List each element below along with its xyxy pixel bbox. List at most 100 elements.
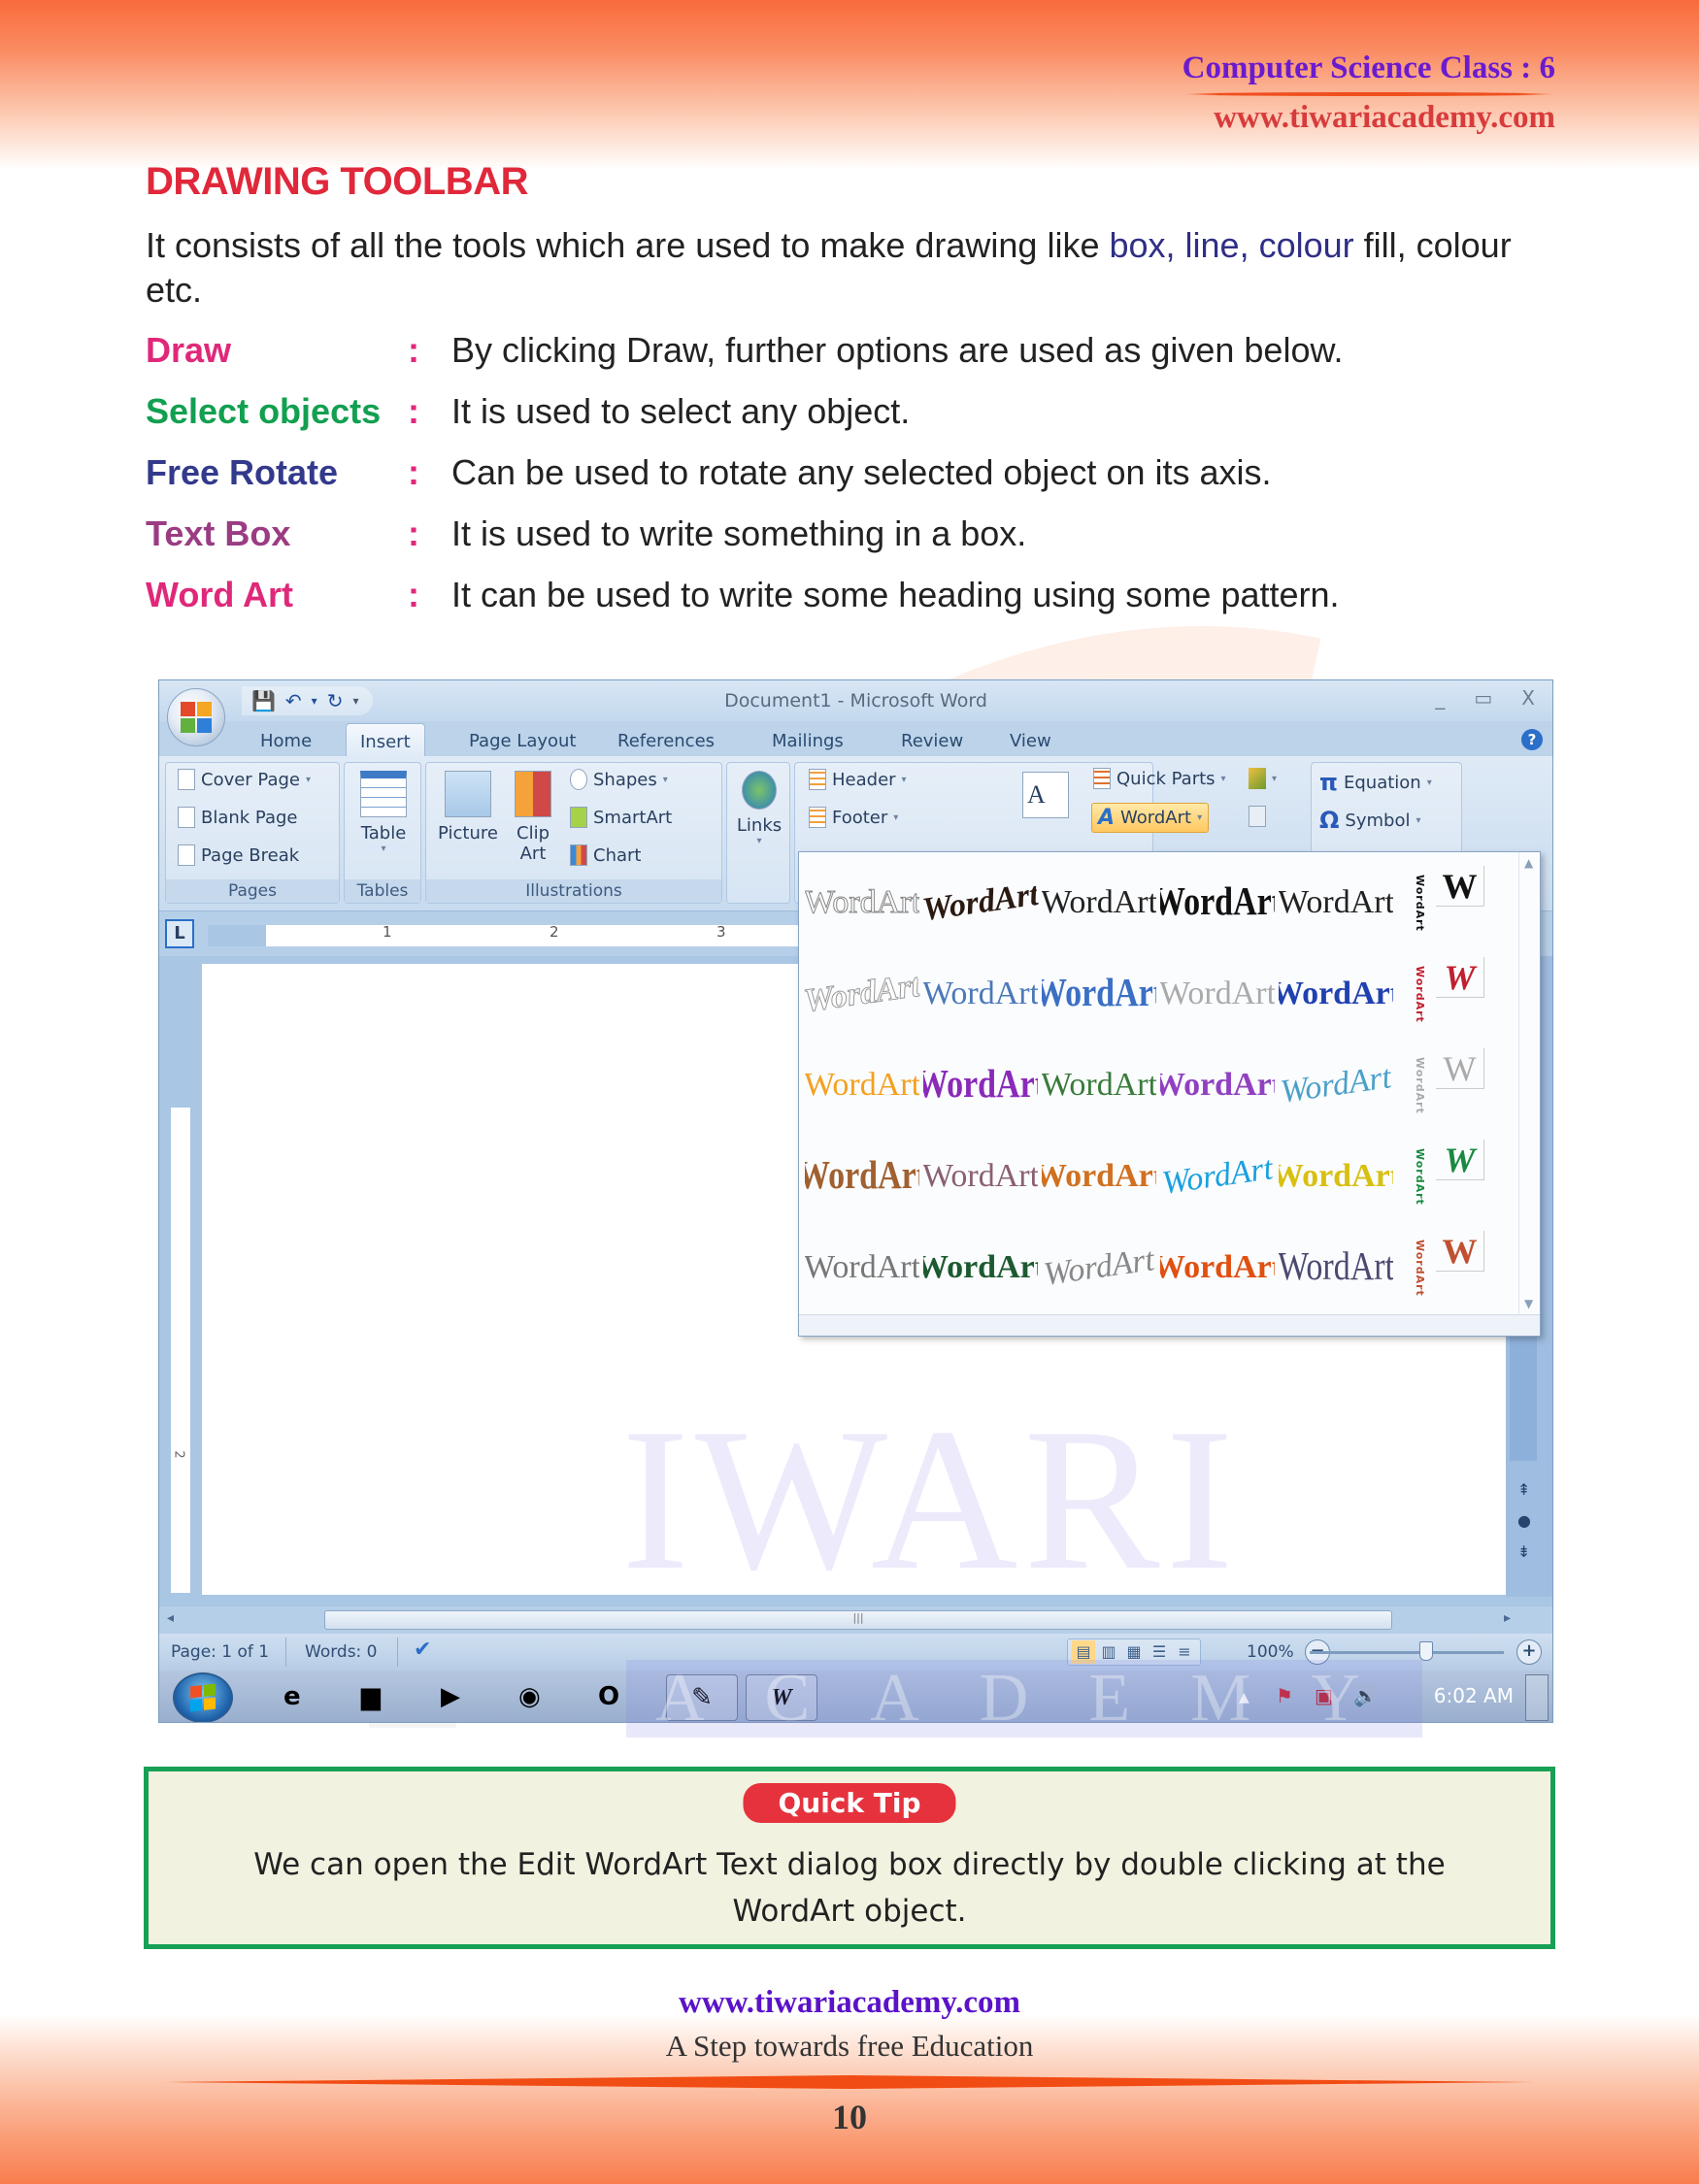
wordart-w-option[interactable]: W — [1436, 1048, 1484, 1089]
wordart-w-option[interactable]: W — [1436, 957, 1484, 998]
tab-selector-button[interactable]: L — [165, 919, 194, 948]
wordart-w-option[interactable]: W — [1436, 1140, 1484, 1180]
minimize-button[interactable]: _ — [1435, 686, 1445, 710]
tab-review[interactable]: Review — [887, 727, 977, 755]
word-count-status[interactable]: Words: 0 — [305, 1642, 378, 1662]
footer-button[interactable]: Footer ▾ — [809, 807, 898, 828]
wordart-style-option[interactable]: WordArt — [923, 1227, 1038, 1308]
links-button[interactable]: Links ▾ — [735, 771, 783, 846]
wordart-style-option[interactable]: WordArt — [1279, 1219, 1393, 1317]
wordart-style-option[interactable]: WordArt — [1160, 854, 1275, 952]
office-button[interactable] — [167, 688, 225, 746]
taskbar-app-word[interactable]: W — [746, 1674, 817, 1721]
show-desktop-button[interactable] — [1525, 1674, 1549, 1721]
tab-home[interactable]: Home — [247, 727, 325, 755]
proofing-check-icon[interactable]: ✔ — [414, 1638, 431, 1662]
web-layout-icon[interactable]: ▦ — [1122, 1640, 1146, 1664]
wordart-style-option[interactable]: WordArt — [1160, 1044, 1275, 1126]
tab-view[interactable]: View — [996, 727, 1065, 755]
tab-references[interactable]: References — [604, 727, 728, 755]
tab-insert[interactable]: Insert — [346, 723, 425, 758]
scroll-left-icon[interactable]: ◂ — [167, 1610, 174, 1626]
action-center-flag-icon[interactable]: ⚑ — [1276, 1684, 1293, 1707]
wordart-style-option[interactable]: WordArt — [805, 862, 919, 943]
wordart-style-option[interactable]: WordArt — [1279, 1136, 1393, 1217]
previous-page-icon[interactable]: ⇞ — [1517, 1480, 1530, 1499]
taskbar-clock[interactable]: 6:02 AM — [1434, 1684, 1514, 1707]
draft-view-icon[interactable]: ≡ — [1173, 1640, 1196, 1664]
wordart-style-option[interactable]: WordArt — [923, 953, 1038, 1035]
media-player-icon[interactable]: ▶ — [441, 1682, 460, 1711]
full-screen-reading-icon[interactable]: ▥ — [1097, 1640, 1120, 1664]
wordart-w-option[interactable]: W — [1436, 866, 1484, 907]
picture-button[interactable]: Picture — [434, 771, 502, 844]
help-icon[interactable]: ? — [1521, 729, 1543, 750]
scroll-right-icon[interactable]: ▸ — [1504, 1610, 1511, 1626]
tab-page-layout[interactable]: Page Layout — [455, 727, 590, 755]
wordart-style-option[interactable]: WordArt — [918, 854, 1044, 951]
next-page-icon[interactable]: ⇟ — [1517, 1542, 1530, 1561]
file-explorer-icon[interactable]: ▆ — [361, 1682, 381, 1711]
chart-button[interactable]: Chart — [570, 844, 641, 866]
page-count-status[interactable]: Page: 1 of 1 — [171, 1642, 269, 1662]
shapes-button[interactable]: Shapes ▾ — [570, 769, 668, 790]
wordart-style-option[interactable]: WordArt — [923, 1037, 1038, 1135]
blank-page-button[interactable]: Blank Page — [178, 807, 298, 828]
page-break-button[interactable]: Page Break — [178, 844, 299, 866]
equation-button[interactable]: π Equation ▾ — [1319, 769, 1432, 796]
scroll-thumb[interactable]: ||| — [324, 1610, 1392, 1630]
wordart-vertical-option[interactable]: WordArt — [1405, 862, 1426, 943]
show-hidden-icons[interactable]: ▲ — [1239, 1690, 1249, 1705]
scroll-up-icon[interactable]: ▲ — [1524, 856, 1533, 870]
date-time-button[interactable] — [1249, 806, 1266, 827]
zoom-in-button[interactable]: + — [1516, 1639, 1542, 1665]
redo-icon[interactable]: ↻ — [327, 689, 344, 712]
wordart-style-option[interactable]: WordArt — [1160, 953, 1275, 1035]
wordart-style-option[interactable]: WordArt — [1274, 1037, 1399, 1134]
taskbar-app-paint[interactable]: ✎ — [666, 1674, 738, 1721]
smartart-button[interactable]: SmartArt — [570, 807, 672, 828]
undo-icon[interactable]: ↶ — [285, 689, 302, 712]
start-button[interactable] — [173, 1672, 233, 1722]
wordart-style-option[interactable]: WordArt — [1042, 945, 1156, 1043]
network-icon[interactable]: ▣ — [1315, 1684, 1333, 1707]
outline-view-icon[interactable]: ☰ — [1148, 1640, 1171, 1664]
close-button[interactable]: X — [1521, 686, 1535, 710]
quick-parts-button[interactable]: Quick Parts ▾ — [1093, 768, 1226, 789]
wordart-vertical-option[interactable]: WordArt — [1405, 953, 1426, 1035]
gallery-scrollbar[interactable]: ▲ ▼ — [1518, 852, 1540, 1314]
cover-page-button[interactable]: Cover Page ▾ — [178, 769, 311, 790]
wordart-vertical-option[interactable]: WordArt — [1405, 1136, 1426, 1217]
volume-icon[interactable]: 🔊 — [1353, 1684, 1378, 1707]
clip-art-button[interactable]: Clip Art — [510, 771, 556, 864]
wordart-style-option[interactable]: WordArt — [1042, 862, 1156, 943]
text-box-button[interactable]: A — [1021, 772, 1070, 824]
wordart-style-option[interactable]: WordArt — [1160, 1227, 1275, 1308]
wordart-style-option[interactable]: WordArt — [1155, 1128, 1281, 1225]
opera-icon[interactable]: O — [598, 1682, 619, 1711]
zoom-level[interactable]: 100% — [1247, 1642, 1294, 1662]
wordart-style-option[interactable]: WordArt — [1279, 862, 1393, 943]
wordart-button[interactable]: A WordArt ▾ — [1091, 803, 1210, 833]
wordart-style-option[interactable]: WordArt — [805, 1128, 919, 1226]
internet-explorer-icon[interactable]: e — [283, 1682, 301, 1711]
gallery-resize-bar[interactable] — [799, 1314, 1540, 1336]
wordart-style-option[interactable]: WordArt — [923, 1136, 1038, 1217]
wordart-style-option[interactable]: WordArt — [805, 1227, 919, 1308]
select-browse-object-icon[interactable]: ● — [1517, 1511, 1531, 1530]
zoom-slider[interactable] — [1310, 1651, 1504, 1654]
wordart-style-option[interactable]: WordArt — [1042, 1044, 1156, 1126]
maximize-button[interactable]: ▭ — [1474, 686, 1492, 710]
undo-dropdown-icon[interactable]: ▾ — [312, 694, 317, 708]
wordart-vertical-option[interactable]: WordArt — [1405, 1044, 1426, 1126]
scroll-down-icon[interactable]: ▼ — [1524, 1297, 1533, 1310]
signature-line-button[interactable]: ▾ — [1249, 768, 1277, 789]
chrome-icon[interactable]: ◉ — [518, 1682, 541, 1711]
tab-mailings[interactable]: Mailings — [758, 727, 857, 755]
customize-qat-icon[interactable]: ▾ — [352, 694, 358, 708]
wordart-w-option[interactable]: W — [1436, 1231, 1484, 1272]
wordart-style-option[interactable]: WordArt — [800, 945, 925, 1042]
zoom-slider-thumb[interactable] — [1419, 1641, 1433, 1661]
wordart-vertical-option[interactable]: WordArt — [1405, 1227, 1426, 1308]
wordart-style-option[interactable]: WordArt — [1042, 1136, 1156, 1217]
